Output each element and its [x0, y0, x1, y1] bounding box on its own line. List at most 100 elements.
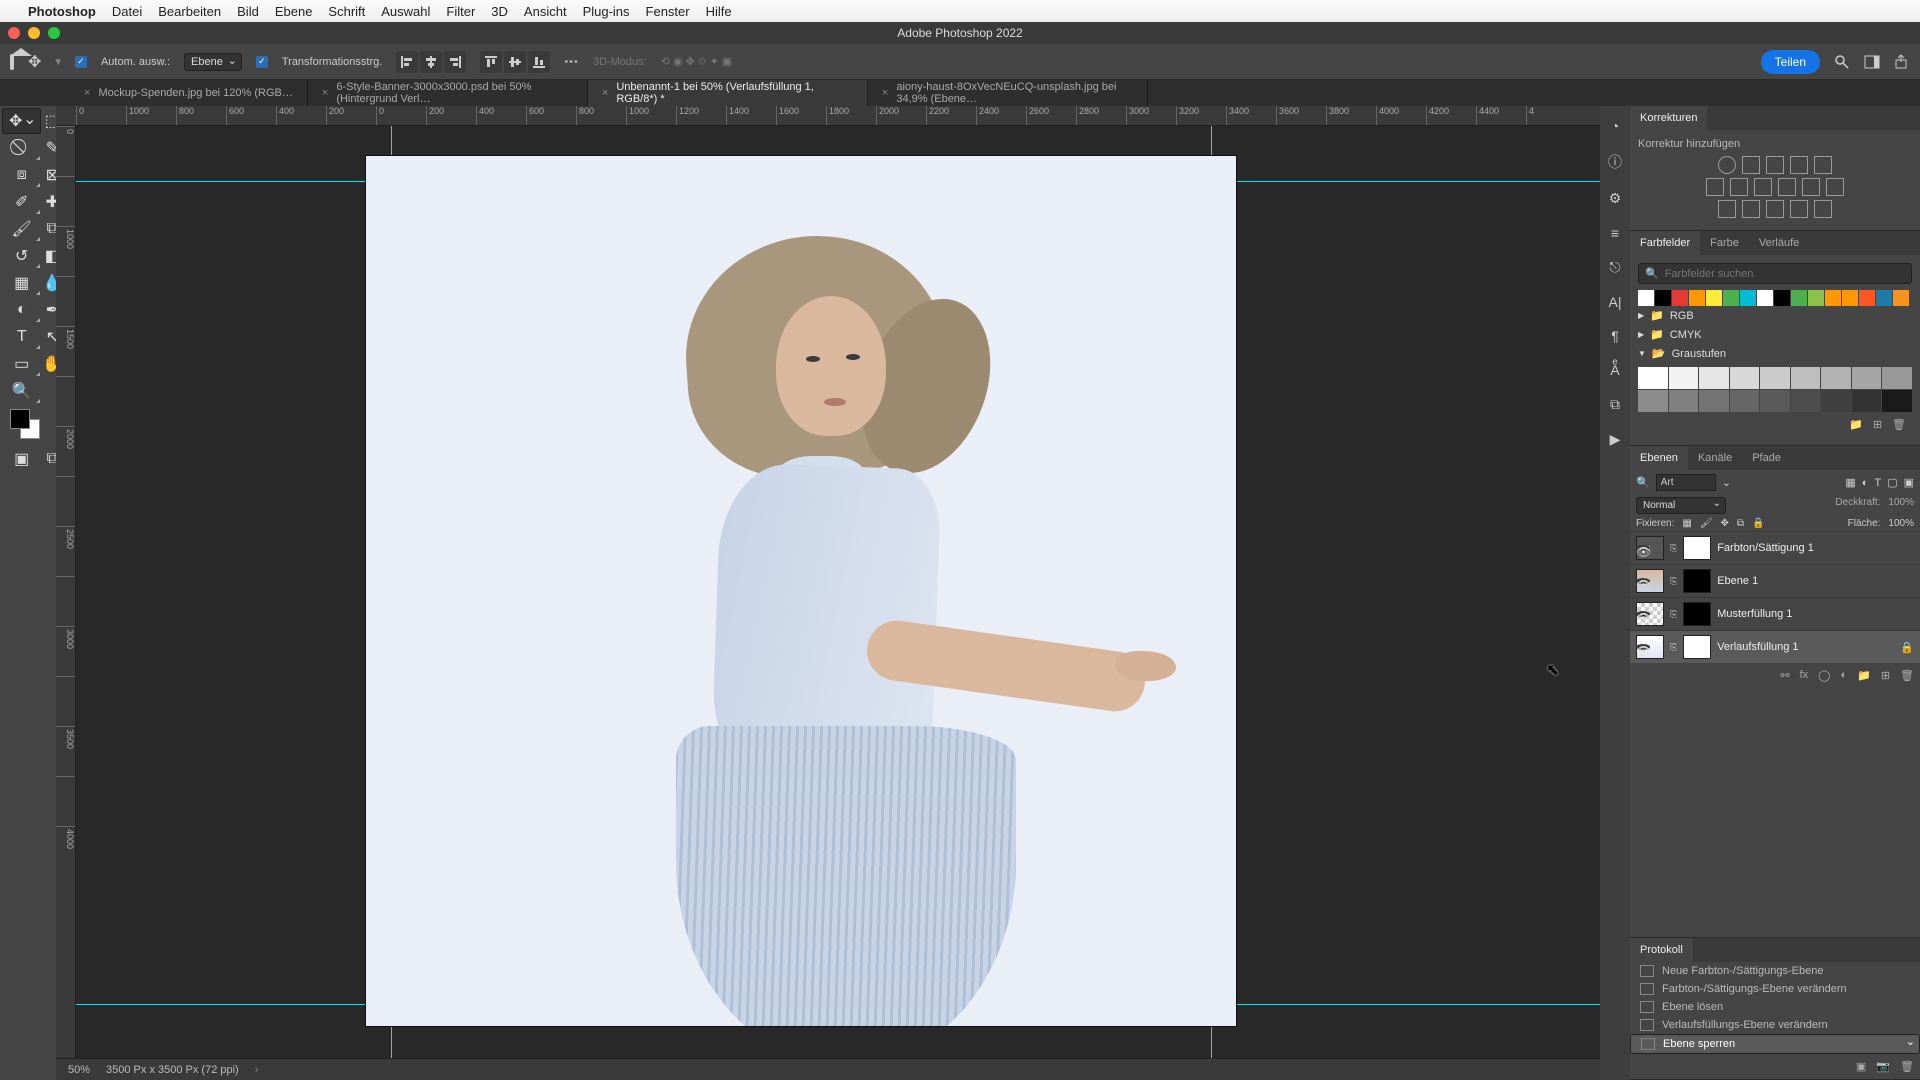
lock-transparency-icon[interactable]: ▦ [1682, 518, 1691, 529]
swatches-tab[interactable]: Farbfelder [1630, 231, 1700, 255]
swatch[interactable] [1791, 290, 1807, 306]
doc-tab-1[interactable]: ×6-Style-Banner-3000x3000.psd bei 50% (H… [308, 80, 588, 106]
layer-row[interactable]: 👁 ⎘ Musterfüllung 1 [1630, 597, 1920, 630]
visibility-icon[interactable]: 👁 [1636, 545, 1650, 551]
photofilter-icon[interactable] [1778, 178, 1796, 196]
mac-menu-bar[interactable]: Photoshop Datei Bearbeiten Bild Ebene Sc… [0, 0, 1920, 22]
swatch[interactable] [1876, 290, 1892, 306]
color-swatches[interactable] [2, 405, 62, 445]
curves-icon[interactable] [1766, 156, 1784, 174]
filter-smart-icon[interactable]: ▣ [1904, 476, 1914, 489]
swatch[interactable] [1699, 367, 1729, 389]
fx-icon[interactable]: fx [1800, 669, 1809, 682]
swatch[interactable] [1842, 290, 1858, 306]
adjustment-icon[interactable]: ◐ [1840, 669, 1847, 682]
trash-icon[interactable]: 🗑 [1900, 669, 1914, 682]
channelmixer-icon[interactable] [1802, 178, 1820, 196]
colorbalance-icon[interactable] [1730, 178, 1748, 196]
align-top-icon[interactable] [480, 51, 502, 73]
swatch[interactable] [1706, 290, 1722, 306]
rectangle-tool[interactable]: ▭ [2, 351, 41, 377]
visibility-icon[interactable]: 👁 [1636, 644, 1650, 650]
new-doc-icon[interactable]: ▣ [1856, 1060, 1866, 1073]
swatch[interactable] [1638, 290, 1654, 306]
mask-thumb[interactable] [1683, 635, 1711, 659]
colorlookup-icon[interactable] [1826, 178, 1844, 196]
home-button[interactable] [10, 56, 14, 68]
close-icon[interactable] [8, 27, 20, 39]
panel-icon[interactable]: ▶ [1610, 431, 1621, 448]
workspace-icon[interactable] [1864, 54, 1880, 70]
swatch[interactable] [1791, 367, 1821, 389]
align-bottom-icon[interactable] [528, 51, 550, 73]
layer-filter[interactable] [1656, 474, 1716, 491]
doc-tab-2[interactable]: ×Unbenannt-1 bei 50% (Verlaufsfüllung 1,… [588, 80, 868, 106]
swatch[interactable] [1825, 290, 1841, 306]
swatch[interactable] [1882, 367, 1912, 389]
layer-row[interactable]: 👁 ⎘ Verlaufsfüllung 1 🔒 [1630, 630, 1920, 663]
more-options-icon[interactable]: ••• [564, 56, 579, 68]
menu-ebene[interactable]: Ebene [275, 4, 313, 19]
swatch[interactable] [1740, 290, 1756, 306]
panel-icon[interactable]: ⚙ [1609, 190, 1622, 207]
app-name[interactable]: Photoshop [28, 4, 96, 19]
swatch[interactable] [1859, 290, 1875, 306]
swatch-folder-cmyk[interactable]: ▶📁CMYK [1638, 325, 1912, 344]
doc-dimensions[interactable]: 3500 Px x 3500 Px (72 ppi) [106, 1064, 239, 1076]
swatch[interactable] [1655, 290, 1671, 306]
swatch[interactable] [1760, 390, 1790, 412]
filter-type-icon[interactable]: T [1874, 477, 1881, 489]
panel-icon[interactable]: ≡ [1611, 225, 1619, 241]
lock-all-icon[interactable]: 🔒 [1752, 518, 1764, 529]
snapshot-icon[interactable]: 📷 [1876, 1060, 1890, 1073]
history-tab[interactable]: Protokoll [1630, 938, 1693, 962]
export-icon[interactable] [1894, 54, 1910, 70]
swatch[interactable] [1882, 390, 1912, 412]
close-icon[interactable]: × [602, 87, 608, 99]
filter-shape-icon[interactable]: ▢ [1887, 476, 1897, 489]
color-tab[interactable]: Farbe [1700, 231, 1749, 255]
lock-artboard-icon[interactable]: ⧉ [1737, 518, 1744, 529]
layer-row[interactable]: 👁 ◐ ⎘ Farbton/Sättigung 1 [1630, 531, 1920, 564]
menu-3d[interactable]: 3D [491, 4, 508, 19]
filter-adj-icon[interactable]: ◐ [1862, 477, 1869, 489]
swatch[interactable] [1669, 390, 1699, 412]
swatch[interactable] [1852, 367, 1882, 389]
history-brush-tool[interactable]: ↺ [2, 243, 41, 269]
swatch-folder-rgb[interactable]: ▶📁RGB [1638, 306, 1912, 325]
levels-icon[interactable] [1742, 156, 1760, 174]
ruler-vertical[interactable]: 01000150020002500300035004000 [56, 126, 76, 1058]
new-layer-icon[interactable]: ⊞ [1881, 669, 1890, 682]
panel-icon[interactable]: A| [1609, 294, 1622, 310]
panel-icon[interactable]: ¶ [1611, 328, 1619, 344]
swatch[interactable] [1730, 390, 1760, 412]
swatch-folder-gray[interactable]: ▼📂Graustufen [1638, 344, 1912, 363]
close-icon[interactable]: × [322, 87, 328, 99]
mask-thumb[interactable] [1683, 536, 1711, 560]
close-icon[interactable]: × [84, 87, 90, 99]
window-controls[interactable] [8, 27, 60, 39]
swatch[interactable] [1760, 367, 1790, 389]
lock-position-icon[interactable]: ✥ [1721, 518, 1729, 529]
swatch[interactable] [1774, 290, 1790, 306]
filter-pixel-icon[interactable]: ▦ [1845, 476, 1855, 489]
zoom-icon[interactable] [48, 27, 60, 39]
quickmask-tool[interactable]: ▣ [2, 446, 41, 472]
align-right-icon[interactable] [444, 51, 466, 73]
gradient-tool[interactable]: ▦ [2, 270, 41, 296]
brush-tool[interactable]: 🖌 [2, 216, 41, 242]
doc-tab-0[interactable]: ×Mockup-Spenden.jpg bei 120% (RGB… [70, 80, 308, 106]
menu-datei[interactable]: Datei [112, 4, 142, 19]
panel-icon[interactable]: ◔ [1611, 118, 1619, 134]
swatch[interactable] [1821, 367, 1851, 389]
menu-hilfe[interactable]: Hilfe [706, 4, 732, 19]
history-item[interactable]: Farbton-/Sättigungs-Ebene verändern [1630, 980, 1920, 998]
artboard[interactable] [366, 156, 1236, 1026]
move-tool[interactable]: ✥ [2, 108, 41, 134]
channels-tab[interactable]: Kanäle [1688, 446, 1742, 470]
history-item[interactable]: Verlaufsfüllungs-Ebene verändern [1630, 1016, 1920, 1034]
swatch[interactable] [1893, 290, 1909, 306]
panel-icon[interactable]: ⓘ [1608, 152, 1622, 172]
align-left-icon[interactable] [396, 51, 418, 73]
layers-tab[interactable]: Ebenen [1630, 446, 1688, 470]
